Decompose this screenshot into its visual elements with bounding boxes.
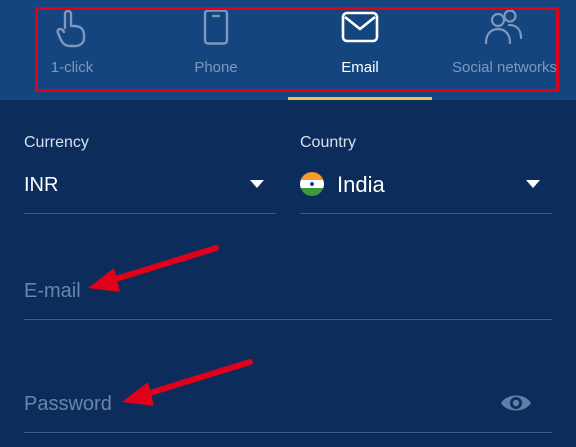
eye-icon[interactable]	[499, 390, 533, 421]
country-field-underline	[300, 213, 552, 214]
annotation-highlight-box	[35, 7, 559, 92]
email-input[interactable]	[24, 276, 552, 306]
signup-method-tabbar: 1-click Phone Email Social networks	[0, 0, 576, 100]
email-field-underline	[24, 319, 552, 320]
password-field-underline	[24, 432, 552, 433]
currency-label: Currency	[24, 134, 89, 151]
india-flag-icon	[300, 172, 324, 196]
active-tab-indicator	[288, 97, 432, 100]
currency-value[interactable]: INR	[24, 174, 58, 197]
country-label: Country	[300, 134, 357, 151]
country-dropdown-caret-icon[interactable]	[526, 180, 540, 188]
password-input[interactable]	[24, 389, 494, 419]
currency-field-underline	[24, 213, 276, 214]
country-value[interactable]: India	[337, 172, 385, 198]
currency-dropdown-caret-icon[interactable]	[250, 180, 264, 188]
